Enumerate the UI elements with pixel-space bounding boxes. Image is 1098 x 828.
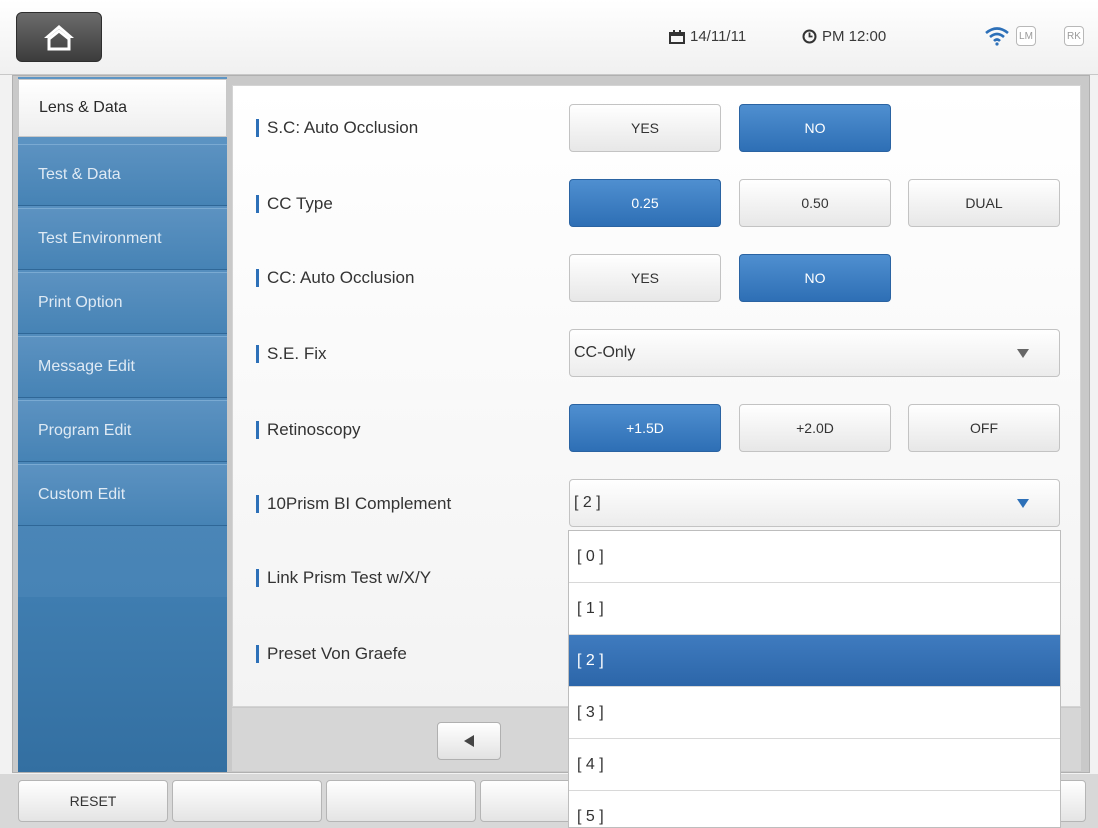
label-marker xyxy=(256,119,259,137)
sidebar-empty-area xyxy=(18,597,227,772)
sidebar-item-print-option[interactable]: Print Option xyxy=(18,272,227,334)
sc-auto-occlusion-text: S.C: Auto Occlusion xyxy=(267,118,419,137)
sidebar-item-program-edit[interactable]: Program Edit xyxy=(18,400,227,462)
rk-badge: RK xyxy=(1064,26,1084,46)
cc-type-dual-button[interactable]: DUAL xyxy=(908,179,1060,227)
date-display: 14/11/11 xyxy=(669,28,746,45)
chevron-down-icon xyxy=(1017,349,1029,358)
sc-auto-occlusion-label: S.C: Auto Occlusion xyxy=(256,116,418,140)
von-graefe-text: Preset Von Graefe xyxy=(267,644,407,663)
dropdown-option-4[interactable]: [ 4 ] xyxy=(569,739,1060,791)
sidebar-item-test-environment[interactable]: Test Environment xyxy=(18,208,227,270)
sidebar-item-custom-edit[interactable]: Custom Edit xyxy=(18,464,227,526)
von-graefe-label: Preset Von Graefe xyxy=(256,642,407,666)
bottom-button-2[interactable] xyxy=(172,780,322,822)
retinoscopy-text: Retinoscopy xyxy=(267,420,361,439)
lm-badge: LM xyxy=(1016,26,1036,46)
bottom-button-3[interactable] xyxy=(326,780,476,822)
wifi-icon xyxy=(985,27,1009,46)
label-marker xyxy=(256,195,259,213)
cc-type-025-button[interactable]: 0.25 xyxy=(569,179,721,227)
label-marker xyxy=(256,269,259,287)
label-marker xyxy=(256,645,259,663)
sidebar-item-test-data[interactable]: Test & Data xyxy=(18,144,227,206)
sidebar: Lens & Data Test & Data Test Environment… xyxy=(18,77,227,772)
label-marker xyxy=(256,421,259,439)
retinoscopy-plus15-button[interactable]: +1.5D xyxy=(569,404,721,452)
cc-auto-occlusion-no-button[interactable]: NO xyxy=(739,254,891,302)
prism-bi-select[interactable]: [ 2 ] xyxy=(569,479,1060,527)
time-display: PM 12:00 xyxy=(802,28,886,45)
sidebar-item-message-edit[interactable]: Message Edit xyxy=(18,336,227,398)
chevron-down-icon xyxy=(1017,499,1029,508)
clock-icon xyxy=(802,29,817,44)
cc-auto-occlusion-text: CC: Auto Occlusion xyxy=(267,268,415,287)
date-text: 14/11/11 xyxy=(690,28,747,45)
dropdown-option-0[interactable]: [ 0 ] xyxy=(569,531,1060,583)
cc-type-text: CC Type xyxy=(267,194,333,213)
top-bar xyxy=(0,0,1098,75)
dropdown-option-5[interactable]: [ 5 ] xyxy=(569,791,1060,827)
retinoscopy-label: Retinoscopy xyxy=(256,418,361,442)
calendar-icon xyxy=(669,29,685,44)
label-marker xyxy=(256,569,259,587)
cc-type-label: CC Type xyxy=(256,192,333,216)
dropdown-option-3[interactable]: [ 3 ] xyxy=(569,687,1060,739)
reset-button[interactable]: RESET xyxy=(18,780,168,822)
link-prism-text: Link Prism Test w/X/Y xyxy=(267,568,432,587)
label-marker xyxy=(256,345,259,363)
label-marker xyxy=(256,495,259,513)
link-prism-label: Link Prism Test w/X/Y xyxy=(256,566,431,590)
prism-bi-value: [ 2 ] xyxy=(574,494,601,511)
se-fix-label: S.E. Fix xyxy=(256,342,327,366)
sidebar-item-lens-data[interactable]: Lens & Data xyxy=(18,79,227,137)
time-text: PM 12:00 xyxy=(822,28,887,45)
prism-bi-label: 10Prism BI Complement xyxy=(256,492,451,516)
cc-auto-occlusion-label: CC: Auto Occlusion xyxy=(256,266,414,290)
dropdown-option-2[interactable]: [ 2 ] xyxy=(569,635,1060,687)
cc-auto-occlusion-yes-button[interactable]: YES xyxy=(569,254,721,302)
home-button[interactable] xyxy=(16,12,102,62)
se-fix-text: S.E. Fix xyxy=(267,344,327,363)
previous-page-button[interactable] xyxy=(437,722,501,760)
retinoscopy-off-button[interactable]: OFF xyxy=(908,404,1060,452)
sc-auto-occlusion-no-button[interactable]: NO xyxy=(739,104,891,152)
sc-auto-occlusion-yes-button[interactable]: YES xyxy=(569,104,721,152)
prism-bi-text: 10Prism BI Complement xyxy=(267,494,452,513)
se-fix-value: CC-Only xyxy=(574,344,636,361)
retinoscopy-plus20-button[interactable]: +2.0D xyxy=(739,404,891,452)
prism-bi-dropdown-list: [ 0 ] [ 1 ] [ 2 ] [ 3 ] [ 4 ] [ 5 ] xyxy=(568,530,1061,828)
left-arrow-icon xyxy=(464,735,474,747)
dropdown-option-1[interactable]: [ 1 ] xyxy=(569,583,1060,635)
se-fix-select[interactable]: CC-Only xyxy=(569,329,1060,377)
home-icon xyxy=(44,25,74,51)
cc-type-050-button[interactable]: 0.50 xyxy=(739,179,891,227)
